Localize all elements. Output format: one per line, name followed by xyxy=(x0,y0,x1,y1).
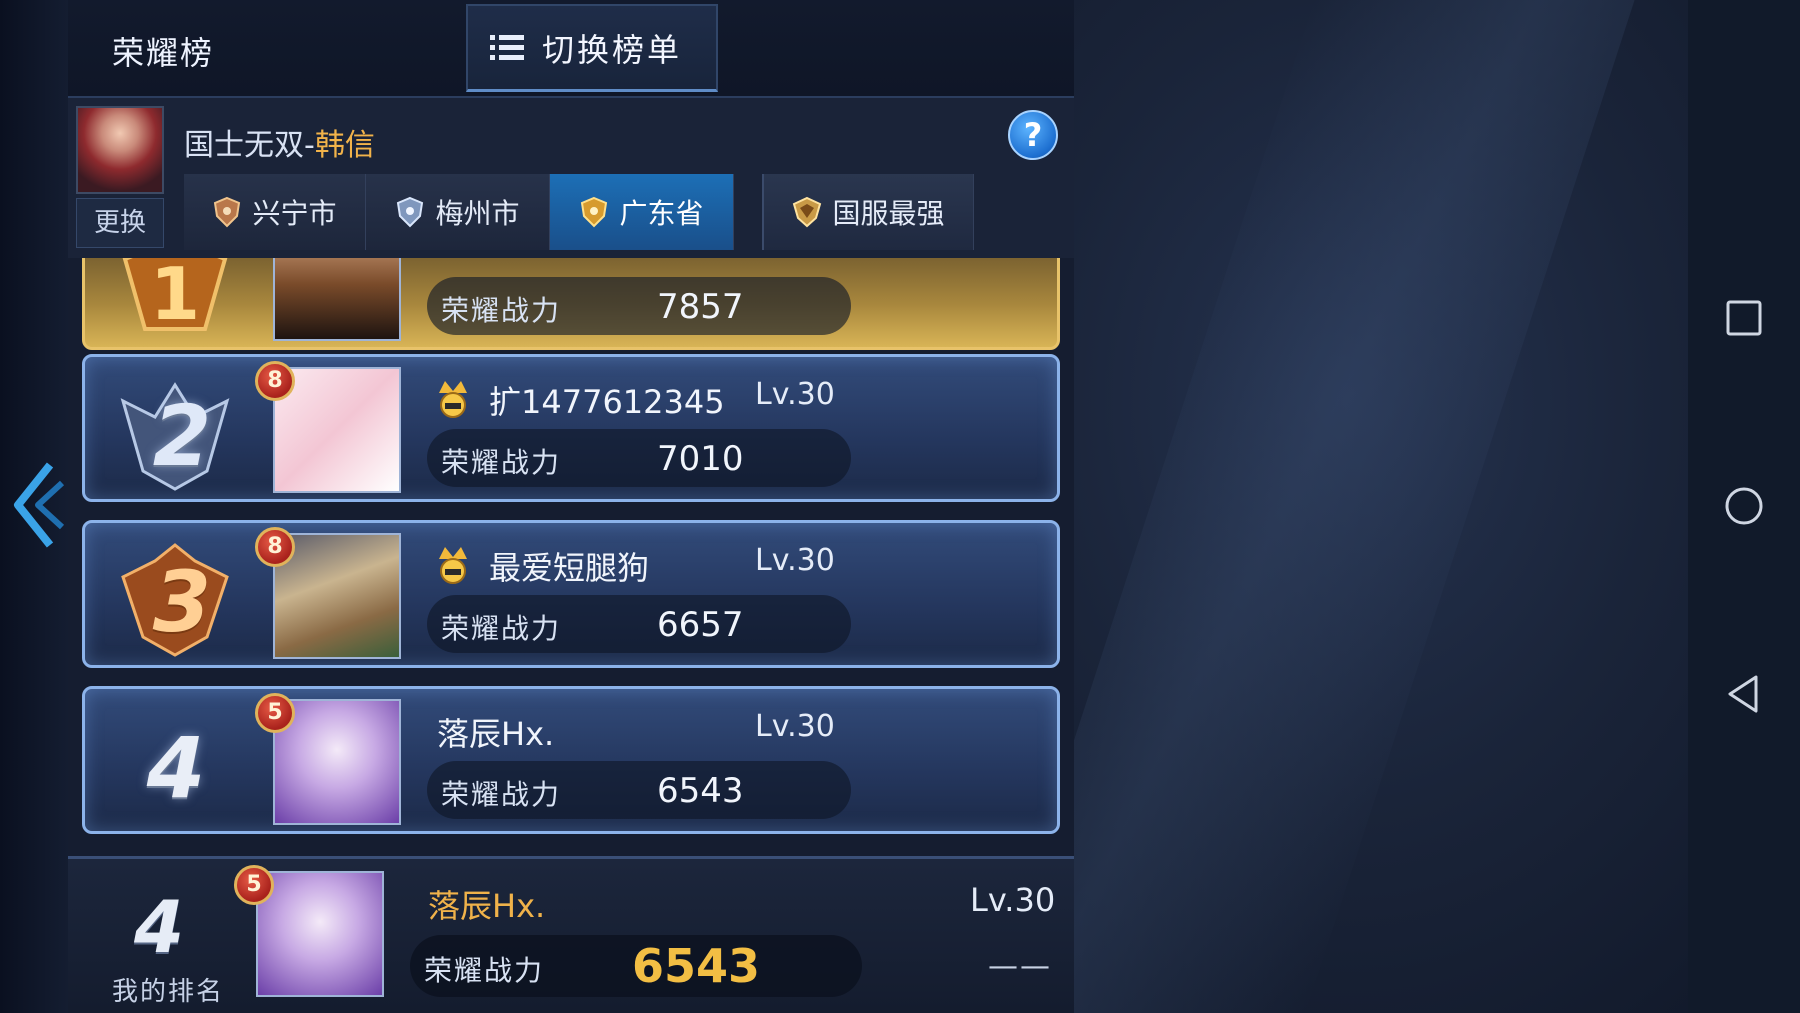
player-avatar xyxy=(273,258,401,341)
tab-province-guangdong[interactable]: 广东省 xyxy=(550,174,734,250)
power-label: 荣耀战力 xyxy=(441,778,562,811)
home-icon[interactable] xyxy=(1718,480,1770,532)
honor-crown-icon xyxy=(439,381,467,418)
tab-label: 梅州市 xyxy=(435,197,520,230)
power-value: 7857 xyxy=(657,287,744,327)
list-icon xyxy=(490,34,524,60)
help-icon[interactable]: ? xyxy=(1008,110,1058,160)
power-label: 荣耀战力 xyxy=(441,446,562,479)
player-name: 最爱短腿狗 xyxy=(489,549,650,587)
gold-shield-icon xyxy=(581,196,608,228)
player-name: 扩1477612345 xyxy=(489,383,725,421)
vip-level-badge: 5 xyxy=(234,865,274,905)
silver-shield-icon xyxy=(397,196,424,228)
rank-trend: —— xyxy=(988,949,1052,984)
hero-portrait[interactable] xyxy=(76,106,164,194)
ranking-row-3[interactable]: 3 8 最爱短腿狗 Lv.30 荣耀战力 6657 xyxy=(82,520,1060,668)
rank-number: 2 xyxy=(152,387,212,485)
my-rank-label: 我的排名 xyxy=(112,977,225,1007)
recent-apps-icon[interactable] xyxy=(1718,292,1770,344)
hero-selector: 更换 国士无双-韩信 ? 兴宁市 梅州市 广东省 国服最强 xyxy=(68,98,1074,258)
rank-1-emblem-icon: 1 xyxy=(122,258,228,336)
vip-level-badge: 8 xyxy=(255,527,295,567)
power-value: 6657 xyxy=(657,605,744,645)
crest-icon xyxy=(793,196,822,228)
hero-name-highlight: 韩信 xyxy=(314,128,375,163)
switch-leaderboard-button[interactable]: 切换榜单 xyxy=(466,4,718,92)
hero-title: 国士无双- xyxy=(184,128,315,163)
player-level: Lv.30 xyxy=(755,377,835,412)
leaderboard-panel: 荣耀榜 切换榜单 更换 国士无双-韩信 ? 兴宁市 梅州市 广东省 国服最强 1… xyxy=(68,0,1074,1013)
rank-number: 3 xyxy=(152,553,212,651)
power-bar: 荣耀战力 7857 xyxy=(427,277,851,335)
player-level: Lv.30 xyxy=(755,709,835,744)
power-label: 荣耀战力 xyxy=(441,612,562,645)
ranking-row-2[interactable]: 2 8 扩1477612345 Lv.30 荣耀战力 7010 xyxy=(82,354,1060,502)
page-title: 荣耀榜 xyxy=(112,34,215,72)
tab-national-best[interactable]: 国服最强 xyxy=(762,174,974,250)
tab-label: 国服最强 xyxy=(832,197,945,230)
power-value: 7010 xyxy=(657,439,744,479)
back-icon[interactable] xyxy=(1718,668,1770,720)
hero-name: 国士无双-韩信 xyxy=(184,120,375,164)
vip-level-badge: 8 xyxy=(255,361,295,401)
left-edge-strip xyxy=(0,0,68,1013)
power-bar: 荣耀战力 7010 xyxy=(427,429,851,487)
collapse-arrow-icon[interactable] xyxy=(8,455,64,555)
ranking-row-4[interactable]: 4 5 落辰Hx. Lv.30 荣耀战力 6543 xyxy=(82,686,1060,834)
power-bar: 荣耀战力 6657 xyxy=(427,595,851,653)
power-value: 6543 xyxy=(657,771,744,811)
tab-city-xingning[interactable]: 兴宁市 xyxy=(184,174,366,250)
my-player-level: Lv.30 xyxy=(970,881,1056,919)
tab-city-meizhou[interactable]: 梅州市 xyxy=(366,174,550,250)
my-avatar xyxy=(256,871,384,997)
switch-leaderboard-label: 切换榜单 xyxy=(542,30,683,69)
my-power-bar: 荣耀战力 6543 xyxy=(410,935,862,997)
honor-crown-icon xyxy=(439,547,467,584)
system-navigation-bar xyxy=(1688,0,1800,1013)
my-power-label: 荣耀战力 xyxy=(424,954,545,987)
my-rank-number: 4 xyxy=(134,885,185,969)
power-bar: 荣耀战力 6543 xyxy=(427,761,851,819)
ranking-list[interactable]: 1 荣耀战力 7857 2 8 扩1477612345 Lv.30 荣耀战力 7… xyxy=(68,258,1074,856)
my-power-value: 6543 xyxy=(632,939,761,993)
bronze-shield-icon xyxy=(214,196,241,228)
tab-label: 兴宁市 xyxy=(252,197,337,230)
region-tabs: 兴宁市 梅州市 广东省 国服最强 xyxy=(184,174,1074,250)
power-label: 荣耀战力 xyxy=(441,294,562,327)
change-hero-button[interactable]: 更换 xyxy=(76,198,164,248)
my-ranking-row: 4 我的排名 5 落辰Hx. Lv.30 荣耀战力 6543 —— xyxy=(68,856,1074,1013)
rank-number: 4 xyxy=(146,719,206,817)
header-bar: 荣耀榜 切换榜单 xyxy=(68,0,1074,98)
player-level: Lv.30 xyxy=(755,543,835,578)
svg-text:1: 1 xyxy=(150,258,200,336)
tab-label: 广东省 xyxy=(619,197,704,230)
player-name: 落辰Hx. xyxy=(437,715,555,753)
vip-level-badge: 5 xyxy=(255,693,295,733)
my-player-name: 落辰Hx. xyxy=(428,887,546,925)
ranking-row-1[interactable]: 1 荣耀战力 7857 xyxy=(82,258,1060,350)
